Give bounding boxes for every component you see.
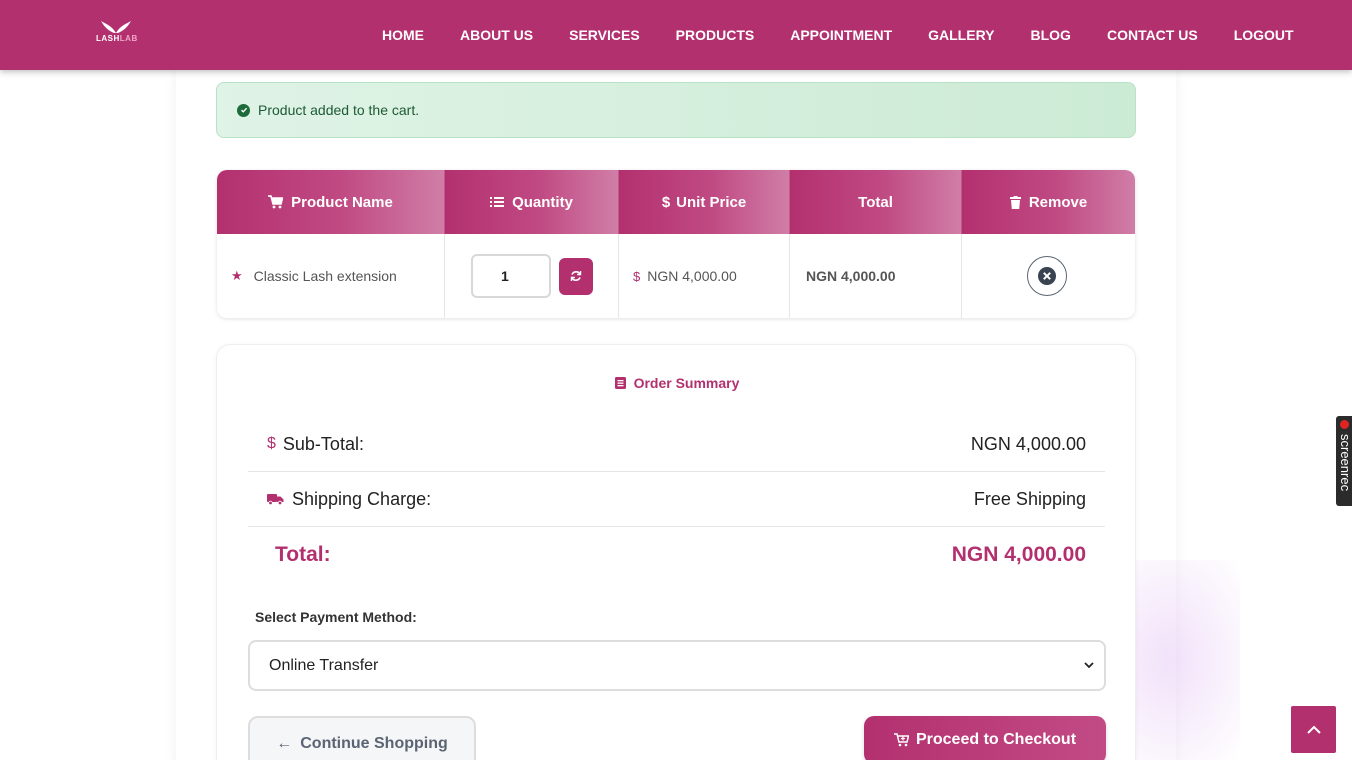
subtotal-label: Sub-Total: [282, 433, 364, 454]
star-icon: ★ [231, 268, 243, 283]
continue-shopping-button[interactable]: ← Continue Shopping [248, 716, 476, 760]
refresh-icon [570, 271, 582, 281]
arrow-left-icon: ← [276, 735, 293, 752]
cell-remove [962, 234, 1135, 318]
chevron-down-icon [1084, 662, 1094, 669]
nav-contact-us[interactable]: CONTACT US [1089, 27, 1216, 43]
product-name: Classic Lash extension [253, 268, 397, 284]
nav-logout[interactable]: LOGOUT [1216, 27, 1312, 43]
dollar-icon: $ [267, 435, 276, 452]
header-product-name: Product Name [217, 170, 445, 234]
nav-links: HOME ABOUT US SERVICES PRODUCTS APPOINTM… [364, 0, 1312, 70]
receipt-icon [614, 377, 626, 389]
header-total: Total [790, 170, 962, 234]
alert-message: Product added to the cart. [258, 102, 420, 118]
table-header: Product Name Quantity $ Unit Price Total… [217, 170, 1135, 234]
truck-icon [267, 494, 284, 505]
screenrec-widget[interactable]: screenrec [1336, 416, 1352, 506]
dollar-icon: $ [633, 268, 641, 284]
remove-item-button[interactable] [1027, 256, 1067, 296]
nav-blog[interactable]: BLOG [1013, 27, 1089, 43]
header-remove: Remove [962, 170, 1135, 234]
total-value: NGN 4,000.00 [951, 542, 1086, 566]
table-row: ★ Classic Lash extension 1 $ NGN 4,000.0… [217, 234, 1135, 318]
header-quantity: Quantity [445, 170, 619, 234]
list-icon [490, 197, 505, 207]
subtotal-value: NGN 4,000.00 [970, 433, 1086, 454]
cell-total: NGN 4,000.00 [790, 234, 962, 318]
proceed-to-checkout-button[interactable]: Proceed to Checkout [864, 716, 1106, 760]
cell-unit-price: $ NGN 4,000.00 [619, 234, 790, 318]
logo-text: LASHLAB [96, 34, 138, 43]
cart-table: Product Name Quantity $ Unit Price Total… [217, 170, 1135, 318]
nav-products[interactable]: PRODUCTS [658, 27, 773, 43]
payment-method-label: Select Payment Method: [255, 609, 417, 625]
screenrec-label: screenrec [1338, 434, 1352, 492]
cell-product: ★ Classic Lash extension [217, 234, 445, 318]
header-unit-price: $ Unit Price [619, 170, 790, 234]
dollar-icon: $ [661, 193, 671, 211]
cart-icon [268, 195, 284, 209]
order-summary-title: Order Summary [217, 375, 1137, 391]
quantity-input[interactable]: 1 [471, 254, 551, 298]
success-alert: Product added to the cart. [216, 82, 1136, 138]
wings-logo-icon [101, 21, 131, 33]
order-summary-card: Order Summary $ Sub-Total: NGN 4,000.00 … [216, 344, 1136, 760]
brand-logo[interactable]: LASHLAB [96, 20, 138, 50]
shipping-row: Shipping Charge: Free Shipping [248, 472, 1105, 527]
cell-quantity: 1 [445, 234, 619, 318]
unit-price: NGN 4,000.00 [647, 268, 737, 284]
total-row: Total: NGN 4,000.00 [248, 527, 1105, 582]
nav-gallery[interactable]: GALLERY [910, 27, 1012, 43]
payment-method-value: Online Transfer [269, 656, 379, 674]
nav-home[interactable]: HOME [364, 27, 442, 43]
close-circle-icon [1038, 267, 1056, 285]
update-quantity-button[interactable] [559, 257, 593, 295]
nav-services[interactable]: SERVICES [551, 27, 658, 43]
nav-about-us[interactable]: ABOUT US [442, 27, 551, 43]
chevron-up-icon [1306, 725, 1321, 734]
payment-method-select[interactable]: Online Transfer [248, 640, 1106, 691]
trash-icon [1009, 195, 1021, 209]
subtotal-row: $ Sub-Total: NGN 4,000.00 [248, 417, 1105, 472]
top-navbar: LASHLAB HOME ABOUT US SERVICES PRODUCTS … [0, 0, 1352, 70]
record-dot-icon [1340, 420, 1349, 429]
check-circle-icon [237, 103, 250, 117]
total-label: Total: [275, 542, 331, 566]
cart-plus-icon [893, 733, 909, 747]
shipping-value: Free Shipping [973, 488, 1086, 509]
nav-appointment[interactable]: APPOINTMENT [772, 27, 910, 43]
shipping-label: Shipping Charge: [292, 488, 432, 509]
back-to-top-button[interactable] [1291, 706, 1336, 753]
